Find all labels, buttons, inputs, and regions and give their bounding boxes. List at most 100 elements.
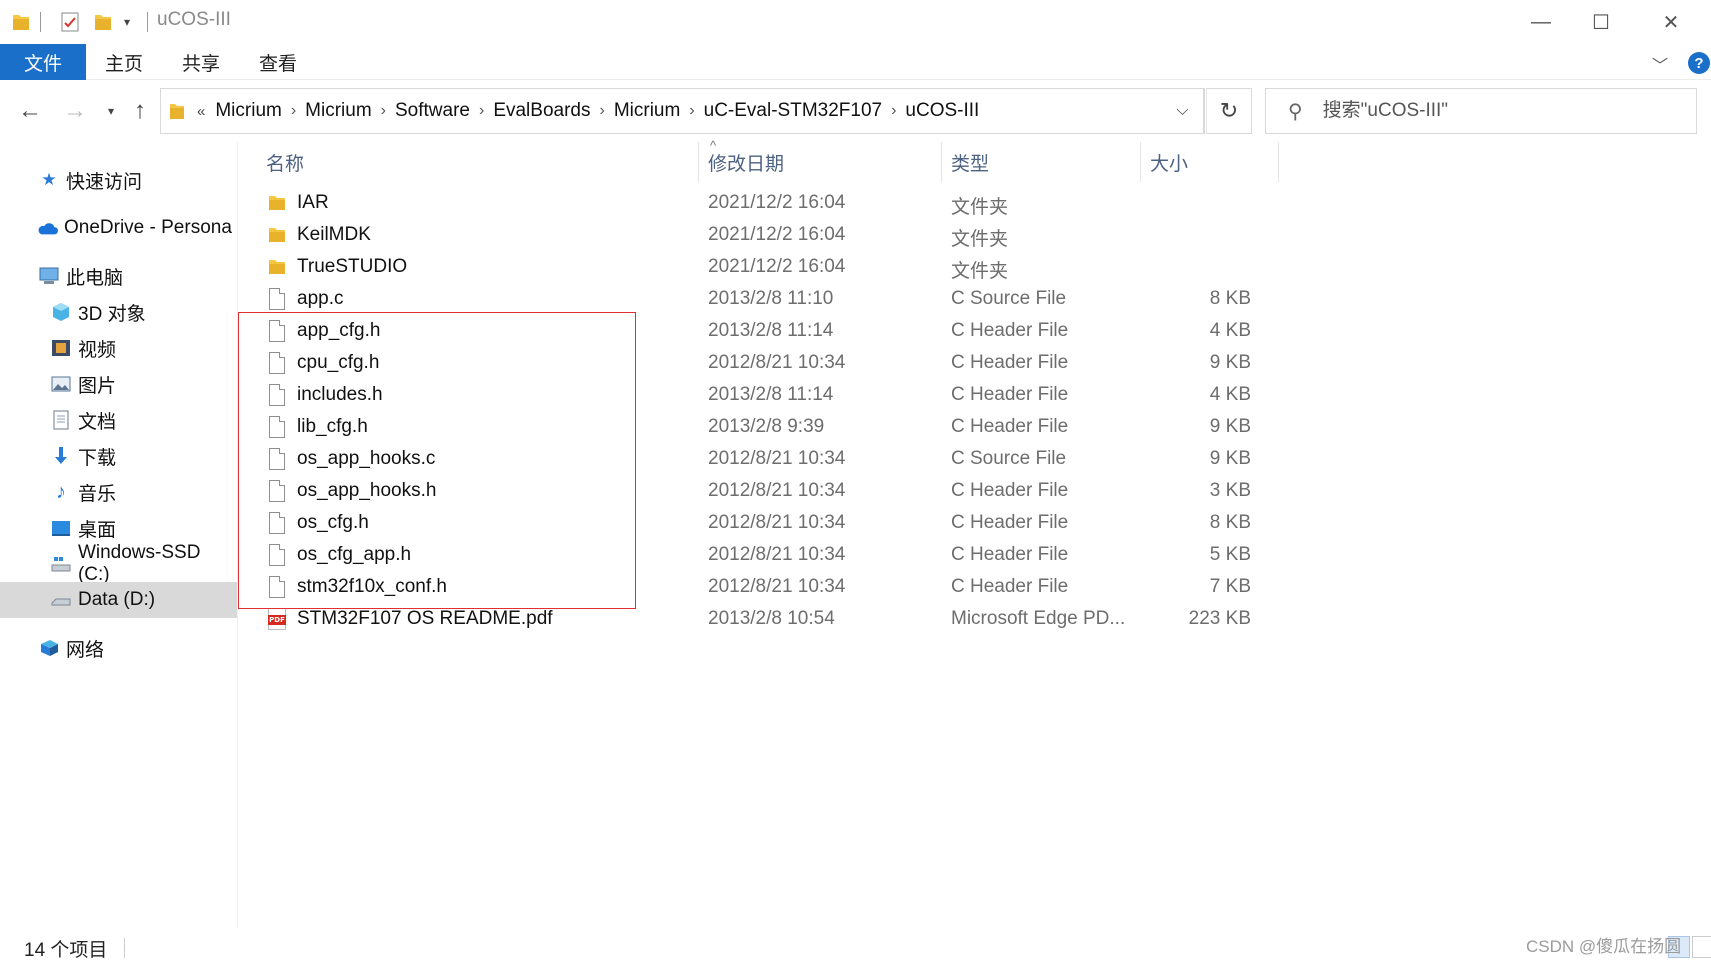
nav-item-label: 桌面: [78, 519, 117, 541]
address-history-button[interactable]: ⌵: [1162, 88, 1204, 134]
column-header-size[interactable]: 大小: [1150, 142, 1188, 182]
nav-item-music[interactable]: ♪ 音乐: [0, 474, 237, 510]
file-size: 4 KB: [1209, 384, 1251, 405]
nav-item-label: Windows-SSD (C:): [77, 542, 201, 585]
column-header-name[interactable]: 名称: [266, 142, 304, 182]
table-row[interactable]: stm32f10x_conf.h 2012/8/21 10:34 C Header …: [238, 572, 1278, 604]
table-row[interactable]: os_app_hooks.h 2012/8/21 10:34 C Header Fi…: [238, 476, 1278, 508]
tab-share[interactable]: 共享: [182, 44, 220, 80]
file-name: lib_cfg.h: [297, 416, 368, 437]
nav-item-label: 视频: [78, 339, 117, 361]
breadcrumb-item[interactable]: uCOS-III: [905, 100, 979, 122]
table-row[interactable]: KeilMDK 2021/12/2 16:04 文件夹: [238, 220, 1278, 252]
maximize-button[interactable]: ☐: [1578, 6, 1624, 38]
table-row[interactable]: includes.h 2013/2/8 11:14 C Header File 4 K…: [238, 380, 1278, 412]
table-row[interactable]: os_cfg.h 2012/8/21 10:34 C Header File 8 KB: [238, 508, 1278, 540]
nav-item-onedrive[interactable]: OneDrive - Persona: [0, 210, 237, 246]
nav-item-network[interactable]: 网络: [0, 630, 237, 666]
nav-item-quick-access[interactable]: ★ 快速访问: [0, 162, 237, 198]
chevron-right-icon[interactable]: ›: [689, 102, 694, 120]
chevron-down-icon: ▾: [107, 104, 115, 118]
column-divider[interactable]: [1278, 142, 1279, 182]
column-header-type[interactable]: 类型: [951, 142, 989, 182]
breadcrumb-item[interactable]: Software: [395, 100, 470, 122]
file-size: 5 KB: [1209, 544, 1251, 565]
file-name: KeilMDK: [297, 224, 371, 245]
address-bar[interactable]: « Micrium › Micrium › Software › EvalBoa…: [160, 88, 1205, 134]
nav-item-documents[interactable]: 文档: [0, 402, 237, 438]
minimize-button[interactable]: —: [1518, 6, 1564, 38]
breadcrumb-overflow[interactable]: «: [197, 103, 205, 120]
folder-icon: [13, 15, 29, 30]
details-view-button[interactable]: [1692, 936, 1711, 958]
file-date: 2012/8/21 10:34: [708, 512, 846, 533]
file-size: 4 KB: [1209, 320, 1251, 341]
breadcrumb-item[interactable]: EvalBoards: [493, 100, 590, 122]
file-name: STM32F107 OS README.pdf: [297, 608, 553, 629]
file-date: 2012/8/21 10:34: [708, 352, 846, 373]
file-date: 2013/2/8 11:14: [708, 384, 834, 405]
breadcrumb-item[interactable]: Micrium: [215, 100, 282, 122]
column-divider[interactable]: [941, 142, 942, 182]
file-name: os_app_hooks.c: [297, 448, 436, 469]
nav-item-videos[interactable]: 视频: [0, 330, 237, 366]
table-row[interactable]: app_cfg.h 2013/2/8 11:14 C Header File 4 KB: [238, 316, 1278, 348]
expand-ribbon-button[interactable]: ﹀: [1652, 52, 1668, 76]
table-row[interactable]: app.c 2013/2/8 11:10 C Source File 8 KB: [238, 284, 1278, 316]
nav-item-c-drive[interactable]: Windows-SSD (C:): [0, 542, 237, 585]
file-size: 3 KB: [1209, 480, 1251, 501]
close-icon: ✕: [1662, 11, 1680, 34]
nav-item-downloads[interactable]: 下载: [0, 438, 237, 474]
tab-home[interactable]: 主页: [105, 44, 143, 80]
customize-toolbar-button[interactable]: ▾: [124, 10, 130, 34]
refresh-button[interactable]: ↻: [1206, 88, 1252, 134]
breadcrumb-item[interactable]: Micrium: [305, 100, 372, 122]
nav-item-pictures[interactable]: 图片: [0, 366, 237, 402]
column-divider[interactable]: [1140, 142, 1141, 182]
nav-item-label: 此电脑: [66, 267, 124, 289]
nav-item-label: 下载: [78, 447, 117, 469]
file-size: 223 KB: [1188, 608, 1251, 629]
network-icon: [41, 640, 58, 656]
chevron-right-icon[interactable]: ›: [381, 102, 386, 120]
up-button[interactable]: ↑: [125, 96, 155, 126]
arrow-right-icon: →: [63, 97, 87, 124]
chevron-right-icon[interactable]: ›: [891, 102, 896, 120]
nav-item-this-pc[interactable]: 此电脑: [0, 258, 237, 294]
column-divider[interactable]: [698, 142, 699, 182]
file-date: 2012/8/21 10:34: [708, 576, 846, 597]
table-row[interactable]: PDF STM32F107 OS README.pdf 2013/2/8 10:54…: [238, 604, 1278, 636]
back-button[interactable]: ←: [15, 96, 45, 126]
tab-file[interactable]: 文件: [0, 44, 86, 80]
breadcrumb-item[interactable]: Micrium: [614, 100, 681, 122]
nav-item-desktop[interactable]: 桌面: [0, 510, 237, 546]
table-row[interactable]: lib_cfg.h 2013/2/8 9:39 C Header File 9 KB: [238, 412, 1278, 444]
chevron-right-icon[interactable]: ›: [599, 102, 604, 120]
forward-button[interactable]: →: [60, 96, 90, 126]
document-icon: [53, 410, 69, 430]
column-header-date[interactable]: 修改日期: [708, 142, 784, 182]
file-date: 2012/8/21 10:34: [708, 448, 846, 469]
nav-item-3d-objects[interactable]: 3D 对象: [0, 294, 237, 330]
new-folder-button[interactable]: [94, 10, 112, 34]
nav-item-d-drive[interactable]: Data (D:): [0, 582, 237, 618]
table-row[interactable]: cpu_cfg.h 2012/8/21 10:34 C Header File 9 K…: [238, 348, 1278, 380]
properties-button[interactable]: [60, 10, 80, 34]
table-row[interactable]: os_cfg_app.h 2012/8/21 10:34 C Header File…: [238, 540, 1278, 572]
help-button[interactable]: ?: [1688, 52, 1710, 74]
search-input[interactable]: [1322, 100, 1683, 122]
file-type: C Header File: [951, 320, 1069, 341]
file-icon: [269, 576, 285, 598]
file-date: 2013/2/8 10:54: [708, 608, 835, 629]
tab-view[interactable]: 查看: [259, 44, 297, 80]
chevron-right-icon[interactable]: ›: [291, 102, 296, 120]
table-row[interactable]: IAR 2021/12/2 16:04 文件夹: [238, 188, 1278, 220]
search-box[interactable]: ⚲: [1265, 88, 1697, 134]
close-button[interactable]: ✕: [1648, 6, 1694, 38]
file-size: 8 KB: [1209, 288, 1251, 309]
table-row[interactable]: os_app_hooks.c 2012/8/21 10:34 C Source Fi…: [238, 444, 1278, 476]
table-row[interactable]: TrueSTUDIO 2021/12/2 16:04 文件夹: [238, 252, 1278, 284]
recent-locations-button[interactable]: ▾: [96, 96, 126, 126]
chevron-right-icon[interactable]: ›: [479, 102, 484, 120]
breadcrumb-item[interactable]: uC-Eval-STM32F107: [704, 100, 882, 122]
